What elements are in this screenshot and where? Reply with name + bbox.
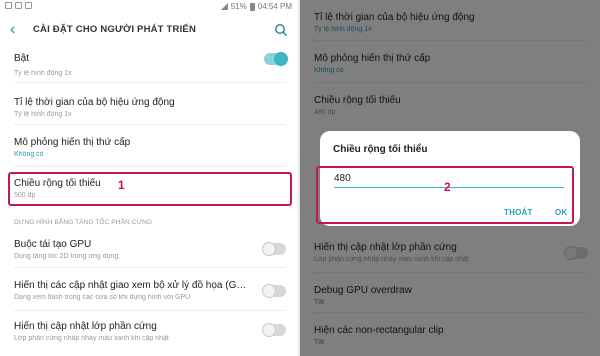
highlight-box [316,166,574,224]
setting-title: Hiển thị cập nhật lớp phần cứng [14,321,157,332]
toggle-knob [274,52,288,66]
dialog-title: Chiều rộng tối thiểu [333,144,428,155]
clock: 04:54 PM [257,2,292,11]
master-toggle[interactable] [264,52,288,66]
setting-title: Tỉ lệ thời gian của bộ hiệu ứng động [14,97,175,108]
battery-percent: 51% [230,2,247,11]
setting-title: Mô phỏng hiển thị thứ cấp [14,137,131,148]
section-header: DỰNG HÌNH BẰNG TĂNG TỐC PHẦN CỨNG [14,219,153,226]
divider [14,267,286,268]
setting-value: Dùng tăng tốc 2D trong ứng dụng. [14,253,121,260]
toggle-switch[interactable] [262,323,286,337]
highlight-box [8,172,292,206]
divider [14,310,286,311]
notification-icon [15,2,22,9]
app-bar: ‹ CÀI ĐẶT CHO NGƯỜI PHÁT TRIỂN [0,14,298,48]
toggle-switch[interactable] [262,284,286,298]
step-marker: 1 [118,178,125,192]
setting-force-gpu[interactable]: Buộc tái tạo GPU Dùng tăng tốc 2D trong … [14,239,258,260]
partial-row-sub: Tỷ lệ hình động 1x [14,70,72,77]
toggle-knob [262,242,276,256]
divider [14,124,286,125]
step-marker: 2 [444,180,451,194]
right-screen: Tỉ lệ thời gian của bộ hiệu ứng động Tỷ … [300,0,600,356]
toggle-switch[interactable] [262,242,286,256]
setting-title: Hiển thị các cập nhật giao xem bộ xử lý … [14,280,247,291]
divider [14,82,286,83]
toggle-knob [262,284,276,298]
status-bar: 51% 04:54 PM [0,0,298,14]
setting-value: Tỷ lệ hình động 1x [14,111,72,118]
setting-animator-duration[interactable]: Tỉ lệ thời gian của bộ hiệu ứng động Tỷ … [14,97,286,118]
signal-icon [220,3,228,10]
left-screen: 51% 04:54 PM ‹ CÀI ĐẶT CHO NGƯỜI PHÁT TR… [0,0,298,356]
setting-value: Dạng xem flash trong các cửa sổ khi dựng… [14,294,191,301]
back-arrow-icon[interactable]: ‹ [10,22,15,38]
page-title: CÀI ĐẶT CHO NGƯỜI PHÁT TRIỂN [33,24,197,35]
setting-secondary-display[interactable]: Mô phỏng hiển thị thứ cấp Không có [14,137,286,158]
divider [14,166,286,167]
setting-value: Không có [14,151,44,158]
search-icon[interactable] [274,23,288,37]
battery-icon [249,2,255,11]
partial-row[interactable]: Tỷ lệ hình động 1x [14,70,286,77]
setting-gpu-view-updates[interactable]: Hiển thị các cập nhật giao xem bộ xử lý … [14,280,258,301]
setting-value: Lớp phần cứng nhấp nháy màu xanh khi cập… [14,335,169,342]
notification-icon [5,2,12,9]
master-toggle-label: Bật [14,53,30,64]
master-toggle-row[interactable]: Bật [14,53,286,64]
toggle-knob [262,323,276,337]
setting-hw-layer-updates[interactable]: Hiển thị cập nhật lớp phần cứng Lớp phần… [14,321,258,342]
setting-title: Buộc tái tạo GPU [14,239,92,250]
notification-icon [25,2,32,9]
